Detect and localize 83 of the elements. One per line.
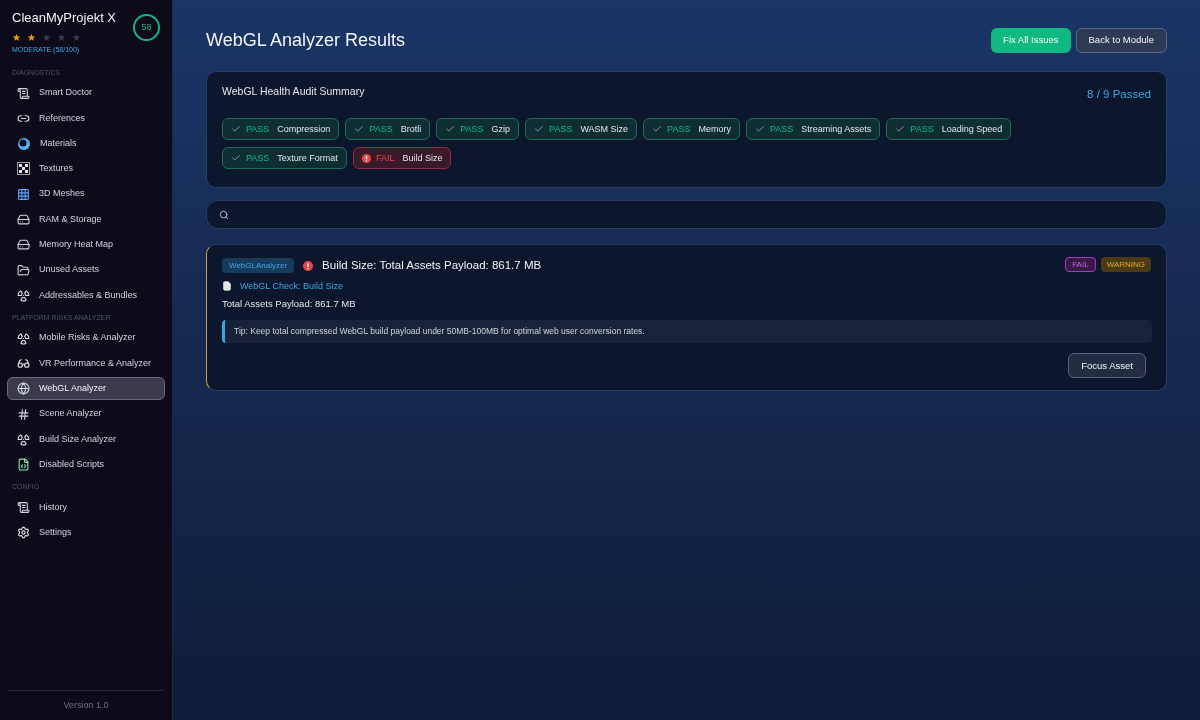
star-icon: ★ xyxy=(27,29,36,45)
tip-text: Tip: Keep total compressed WebGL build payload under 50MB-100MB for optimal web user conversion rates. xyxy=(234,325,645,339)
script-icon xyxy=(17,458,30,472)
sidebar-item[interactable]: Mobile Risks & Analyzer xyxy=(7,326,165,350)
status-label: PASS xyxy=(910,122,934,136)
check-label: WASM Size xyxy=(580,122,629,136)
settings-icon xyxy=(17,526,30,540)
status-label: PASS xyxy=(769,122,794,136)
radiation-icon xyxy=(17,331,30,345)
check-icon xyxy=(231,124,241,135)
sidebar-item[interactable]: Scene Analyzer xyxy=(7,402,165,426)
app-name: CleanMyProjekt X xyxy=(12,9,117,27)
document-icon xyxy=(17,86,30,100)
sidebar-item[interactable]: Build Size Analyzer xyxy=(7,427,165,451)
sidebar-item[interactable]: Materials xyxy=(7,132,165,156)
sidebar-item[interactable]: WebGL Analyzer xyxy=(7,377,165,401)
check-link[interactable]: WebGL Check: Build Size xyxy=(240,279,344,293)
check-label: Brotli xyxy=(400,122,422,136)
check-icon xyxy=(895,124,906,135)
sidebar-item[interactable]: Addressables & Bundles xyxy=(7,283,165,307)
drive-icon xyxy=(17,238,30,252)
summary-title: WebGL Health Audit Summary xyxy=(222,84,365,99)
checker-icon xyxy=(17,162,30,176)
check-label: Memory xyxy=(698,122,731,136)
check-label: Gzip xyxy=(491,122,511,136)
status-label: PASS xyxy=(549,122,573,136)
search-icon xyxy=(219,209,229,220)
check-label: Streaming Assets xyxy=(801,122,872,136)
sidebar-item[interactable]: Textures xyxy=(7,157,165,181)
sidebar-item[interactable]: 3D Meshes xyxy=(7,182,165,206)
status-label: PASS xyxy=(369,122,393,136)
check-label: Build Size xyxy=(402,151,443,165)
status-label: PASS xyxy=(667,122,691,136)
status-label: PASS xyxy=(246,151,270,165)
back-button[interactable]: Back to Module xyxy=(1075,28,1167,53)
check-icon xyxy=(754,124,765,135)
focus-asset-button[interactable]: Focus Asset xyxy=(1068,353,1146,379)
sidebar-item[interactable]: Smart Doctor xyxy=(7,81,165,105)
check-label: Texture Format xyxy=(277,151,338,165)
passed-count: 8 / 9 Passed xyxy=(1087,87,1151,102)
source-tag: WebGLAnalyzer xyxy=(222,258,295,274)
score-ring: 58 xyxy=(133,14,160,41)
star-icon: ★ xyxy=(57,29,66,45)
issue-detail: Total Assets Payload: 861.7 MB xyxy=(222,297,357,311)
check-icon xyxy=(534,124,545,135)
page-title: WebGL Analyzer Results xyxy=(206,29,406,52)
check-icon xyxy=(445,124,456,135)
file-icon xyxy=(222,281,232,292)
status-label: PASS xyxy=(246,122,270,136)
check-icon xyxy=(354,124,365,135)
document-icon xyxy=(17,500,30,514)
sidebar-item[interactable]: Unused Assets xyxy=(7,258,165,282)
alert-icon xyxy=(361,153,371,163)
sidebar-item[interactable]: Disabled Scripts xyxy=(7,453,165,477)
sphere-icon xyxy=(17,136,31,151)
sidebar-item[interactable]: References xyxy=(7,106,165,130)
radiation-icon xyxy=(17,288,30,302)
check-icon xyxy=(652,124,663,135)
sidebar-item[interactable]: History xyxy=(7,495,165,519)
version-label: Version 1.0 xyxy=(63,698,109,712)
check-label: Loading Speed xyxy=(941,122,1003,136)
globe-icon xyxy=(17,382,30,396)
grid-icon xyxy=(17,187,30,201)
sidebar-item[interactable]: Memory Heat Map xyxy=(7,233,165,257)
status-label: FAIL xyxy=(375,151,395,165)
search-field[interactable] xyxy=(206,200,1167,230)
star-icon: ★ xyxy=(12,29,21,45)
drive-icon xyxy=(17,213,30,226)
radiation-icon xyxy=(17,432,30,446)
hash-icon xyxy=(17,407,30,421)
issue-title: Build Size: Total Assets Payload: 861.7 MB xyxy=(322,258,542,274)
sidebar-item[interactable]: VR Performance & Analyzer xyxy=(7,351,165,375)
star-icon: ★ xyxy=(72,29,81,45)
star-icon: ★ xyxy=(42,29,51,45)
check-label: Compression xyxy=(277,122,331,136)
status-tag: WARNING xyxy=(1100,257,1151,273)
status-label: PASS xyxy=(460,122,484,136)
check-icon xyxy=(231,153,241,164)
alert-icon xyxy=(303,260,314,271)
sidebar-item[interactable]: Settings xyxy=(7,521,165,545)
status-tag: FAIL xyxy=(1065,257,1096,273)
sidebar-item[interactable]: RAM & Storage xyxy=(7,208,165,231)
folder-icon xyxy=(17,263,30,277)
